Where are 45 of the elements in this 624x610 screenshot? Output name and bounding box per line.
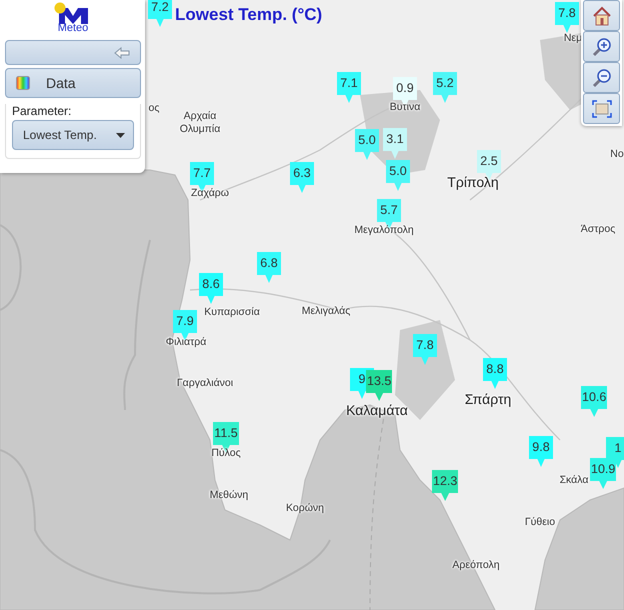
temperature-marker[interactable]: 8.8 — [483, 358, 507, 389]
temperature-marker[interactable]: 10.9 — [590, 458, 616, 489]
full-extent-icon — [592, 100, 612, 118]
temperature-marker[interactable]: 10.6 — [581, 386, 608, 417]
parameter-dropdown[interactable]: Lowest Temp. — [12, 120, 134, 150]
home-icon — [592, 6, 612, 26]
place-label: Σπάρτη — [464, 391, 512, 408]
logo-text: Meteo — [58, 22, 88, 34]
temperature-marker[interactable]: 8.6 — [199, 273, 223, 304]
place-label: Κυπαρισσία — [204, 306, 260, 319]
temperature-marker[interactable]: 7.8 — [555, 2, 579, 33]
place-label: Νο — [610, 148, 624, 161]
full-extent-button[interactable] — [583, 93, 620, 124]
place-label: ος — [148, 102, 160, 115]
parameter-label: Parameter: — [12, 104, 72, 118]
place-label: Αρεόπολη — [452, 559, 500, 572]
place-label: Μεθώνη — [210, 489, 248, 502]
temperature-marker[interactable]: 13.5 — [366, 370, 392, 401]
color-scale-icon — [16, 76, 30, 90]
home-button[interactable] — [583, 0, 620, 31]
zoom-out-icon — [592, 68, 612, 88]
place-label: Αρχαία Ολυμπία — [178, 110, 222, 136]
place-label: Κορώνη — [286, 502, 324, 515]
zoom-out-button[interactable] — [583, 62, 620, 93]
temperature-marker[interactable]: 6.8 — [257, 252, 281, 283]
data-button[interactable]: Data — [5, 68, 141, 98]
temperature-marker[interactable]: 7.2 — [148, 0, 172, 27]
back-arrow-icon — [114, 46, 130, 58]
place-label: Άστρος — [580, 223, 616, 236]
temperature-marker[interactable]: 9.8 — [529, 436, 553, 467]
temperature-marker[interactable]: 12.3 — [432, 470, 458, 501]
temperature-marker[interactable]: 7.1 — [337, 72, 361, 103]
zoom-in-icon — [592, 36, 612, 56]
place-label: Καλαμάτα — [346, 402, 408, 419]
map-title: Lowest Temp. (°C) — [175, 5, 322, 25]
place-label: Γαργαλιάνοι — [176, 377, 234, 390]
place-label: Γύθειο — [524, 516, 556, 529]
temperature-marker[interactable]: 5.0 — [355, 129, 379, 160]
temperature-marker[interactable]: 5.0 — [386, 160, 410, 191]
temperature-marker[interactable]: 5.2 — [433, 72, 457, 103]
caret-icon — [116, 132, 125, 138]
place-label: Σκάλα — [560, 474, 588, 487]
place-label: Μελιγαλάς — [302, 305, 350, 318]
temperature-marker[interactable]: 6.3 — [290, 162, 314, 193]
zoom-in-button[interactable] — [583, 31, 620, 62]
